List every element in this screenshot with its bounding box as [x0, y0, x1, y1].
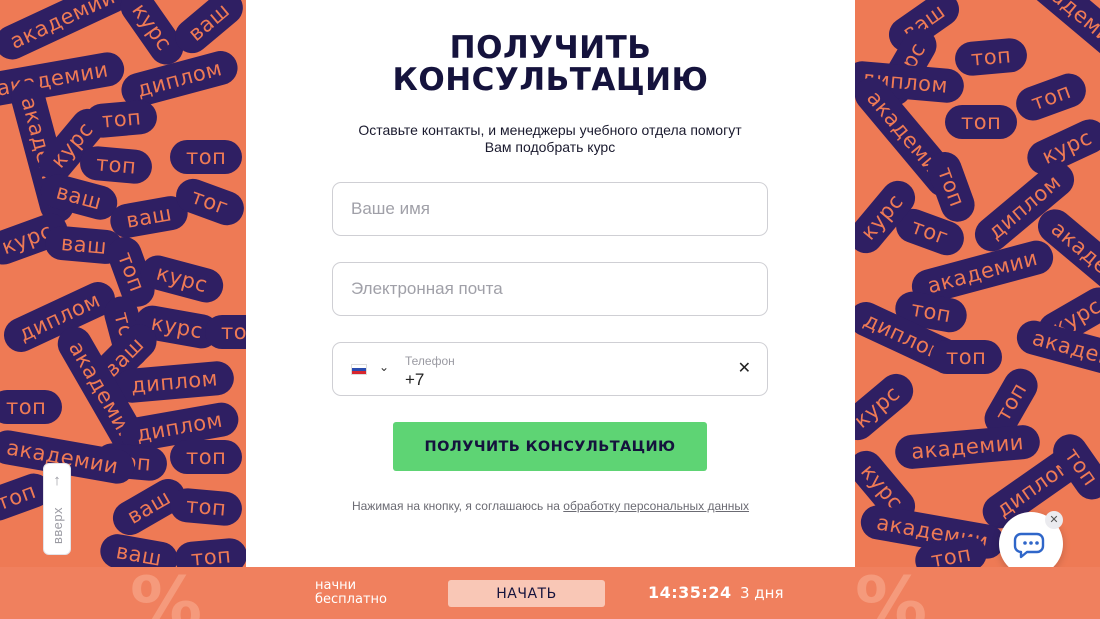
percent-decoration-icon: % [855, 567, 928, 619]
phone-input[interactable]: +7 [405, 370, 424, 390]
email-input[interactable] [333, 263, 767, 315]
left-decorative-pattern: академии курс ваш академии диплом топ ак… [0, 0, 246, 567]
personal-data-link[interactable]: обработку персональных данных [563, 499, 749, 513]
close-chat-icon[interactable]: ✕ [1045, 511, 1063, 529]
promo-text: начни бесплатно [315, 579, 387, 607]
pattern-word: топ [0, 390, 63, 424]
pattern-word: топ [1011, 68, 1091, 126]
countdown-timer: 14:35:24 [648, 583, 732, 602]
pattern-word: топ [205, 315, 246, 349]
name-field [332, 182, 768, 236]
phone-label: Телефон [405, 354, 455, 368]
chevron-down-icon[interactable]: ⌄ [379, 360, 389, 374]
countdown-days: 3 дня [740, 584, 784, 602]
arrow-up-icon: ↑ [53, 472, 61, 489]
pattern-word: топ [930, 340, 1003, 374]
start-button[interactable]: НАЧАТЬ [448, 580, 605, 607]
consent-prefix: Нажимая на кнопку, я соглашаюсь на [351, 499, 564, 513]
promo-line-2: бесплатно [315, 592, 387, 607]
clear-phone-icon[interactable]: ✕ [738, 358, 751, 378]
pattern-word: топ [945, 105, 1018, 139]
form-title: ПОЛУЧИТЬ КОНСУЛЬТАЦИЮ [246, 32, 855, 96]
get-consultation-button[interactable]: ПОЛУЧИТЬ КОНСУЛЬТАЦИЮ [393, 422, 707, 471]
pattern-word: топ [173, 536, 246, 567]
scroll-up-button[interactable]: ↑ вверх [43, 463, 71, 555]
pattern-word: ваш [97, 531, 181, 567]
consent-text: Нажимая на кнопку, я соглашаюсь на обраб… [246, 499, 855, 513]
phone-field: ⌄ Телефон +7 ✕ [332, 342, 768, 396]
pattern-word: академии [893, 423, 1042, 471]
form-subtitle: Оставьте контакты, и менеджеры учебного … [358, 122, 742, 155]
russia-flag-icon[interactable] [351, 364, 367, 375]
email-field [332, 262, 768, 316]
form-title-line-1: ПОЛУЧИТЬ [449, 30, 652, 66]
right-decorative-pattern: ваш топ академии курс диплом топ академи… [855, 0, 1100, 567]
name-input[interactable] [333, 183, 767, 235]
pattern-word: топ [78, 144, 154, 186]
pattern-word: топ [168, 486, 244, 528]
pattern-word: топ [170, 440, 243, 474]
pattern-word: топ [170, 140, 243, 174]
percent-decoration-icon: % [130, 567, 203, 619]
promo-bar: % % начни бесплатно НАЧАТЬ 14:35:24 3 дн… [0, 567, 1100, 619]
promo-line-1: начни [315, 578, 357, 593]
consultation-form-card: ПОЛУЧИТЬ КОНСУЛЬТАЦИЮ Оставьте контакты,… [246, 0, 855, 567]
pattern-word: топ [953, 36, 1029, 78]
scroll-up-label: вверх [50, 507, 65, 544]
form-title-line-2: КОНСУЛЬТАЦИЮ [392, 62, 709, 98]
